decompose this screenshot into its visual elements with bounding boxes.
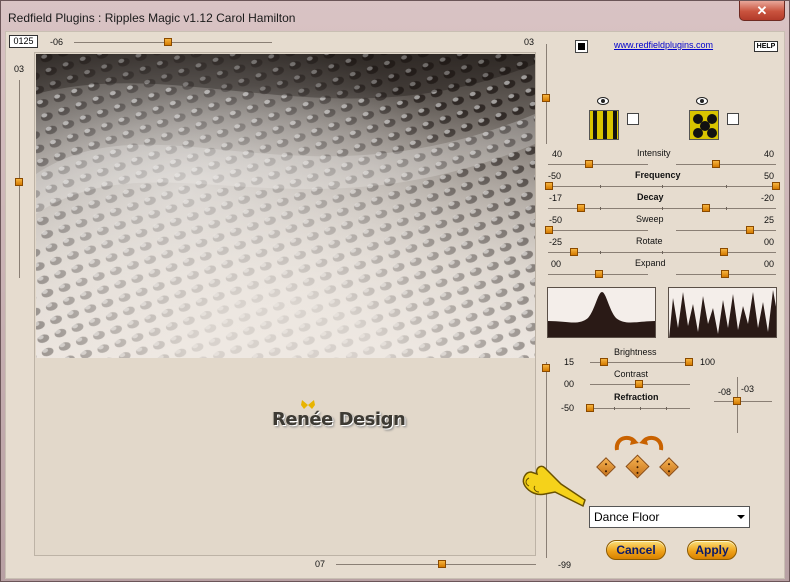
sweep-left-track[interactable]	[548, 230, 648, 231]
frequency-right-thumb[interactable]	[772, 182, 780, 190]
ripple-pattern-thumbnail[interactable]	[589, 110, 619, 140]
intensity-left-track[interactable]	[548, 164, 648, 165]
bottom-slider-track[interactable]	[336, 564, 536, 565]
top-slider-min-label: -06	[50, 37, 64, 47]
expand-label: Expand	[635, 258, 666, 268]
preset-select[interactable]: Dance Floor	[589, 506, 750, 528]
intensity-right-thumb[interactable]	[712, 160, 720, 168]
expand-left-thumb[interactable]	[595, 270, 603, 278]
light-y-value: -03	[741, 384, 755, 394]
bottom-slider-thumb[interactable]	[438, 560, 446, 568]
brightness-label: Brightness	[614, 347, 657, 357]
frequency-left-thumb[interactable]	[545, 182, 553, 190]
intensity-right-value: 40	[764, 149, 775, 159]
contrast-left-value: 00	[564, 379, 575, 389]
expand-right-thumb[interactable]	[721, 270, 729, 278]
ripple-pattern-checkbox[interactable]	[627, 113, 639, 125]
wave-pattern-preview	[668, 287, 777, 338]
randomize-dice-center-icon[interactable]	[625, 454, 650, 479]
light-x-value: -08	[718, 387, 732, 397]
intensity-right-track[interactable]	[676, 164, 776, 165]
pointing-hand-icon	[522, 465, 586, 508]
decay-left-thumb[interactable]	[577, 204, 585, 212]
intensity-label: Intensity	[637, 148, 671, 158]
eye-icon	[597, 97, 609, 105]
randomize-dice-left-icon[interactable]	[596, 457, 616, 477]
refraction-left-value: -50	[561, 403, 575, 413]
mid-top-slider-thumb[interactable]	[542, 94, 550, 102]
mid-bottom-slider-thumb[interactable]	[542, 364, 550, 372]
brightness-right-value: 100	[700, 357, 716, 367]
light-direction-h-track[interactable]	[714, 401, 772, 402]
frequency-left-value: -50	[548, 171, 562, 181]
background-color-swatch[interactable]	[575, 40, 588, 53]
frequency-label: Frequency	[635, 170, 681, 180]
mid-bottom-slider-track[interactable]	[546, 362, 547, 558]
contrast-thumb[interactable]	[635, 380, 643, 388]
preview-area: Renée Design	[34, 52, 536, 556]
randomize-dice-right-icon[interactable]	[659, 457, 679, 477]
expand-right-value: 00	[764, 259, 775, 269]
decay-left-value: -17	[549, 193, 563, 203]
cancel-button[interactable]: Cancel	[606, 540, 666, 560]
rotate-right-thumb[interactable]	[720, 248, 728, 256]
title-bar: Redfield Plugins : Ripples Magic v1.12 C…	[1, 1, 790, 35]
intensity-left-value: 40	[552, 149, 563, 159]
intensity-left-thumb[interactable]	[585, 160, 593, 168]
top-slider-track[interactable]	[74, 42, 272, 43]
sweep-right-track[interactable]	[676, 230, 776, 231]
brightness-left-value: 15	[564, 357, 575, 367]
plugin-window: Redfield Plugins : Ripples Magic v1.12 C…	[0, 0, 790, 582]
refraction-thumb[interactable]	[586, 404, 594, 412]
bottom-slider-min-label: 07	[315, 559, 326, 569]
left-slider-thumb[interactable]	[15, 178, 23, 186]
left-slider-value: 03	[14, 64, 25, 74]
refraction-label: Refraction	[614, 392, 659, 402]
checker-pattern-thumbnail[interactable]	[689, 110, 719, 140]
expand-left-value: 00	[551, 259, 562, 269]
decay-right-value: -20	[761, 193, 775, 203]
rotate-right-value: 00	[764, 237, 775, 247]
rotate-label: Rotate	[636, 236, 663, 246]
top-slider-max-label: 03	[524, 37, 535, 47]
rotate-left-thumb[interactable]	[570, 248, 578, 256]
checker-pattern-checkbox[interactable]	[727, 113, 739, 125]
ripple-preview-image	[36, 54, 535, 358]
frame-counter[interactable]: 0125	[9, 35, 38, 48]
help-button[interactable]: HELP	[754, 41, 778, 52]
top-slider-thumb[interactable]	[164, 38, 172, 46]
frequency-right-value: 50	[764, 171, 775, 181]
close-button[interactable]: ✕	[739, 1, 785, 21]
sweep-right-value: 25	[764, 215, 775, 225]
rotate-arrows-icon[interactable]	[613, 432, 665, 452]
brightness-right-thumb[interactable]	[685, 358, 693, 366]
wave-profile-preview	[547, 287, 656, 338]
preset-selected-value: Dance Floor	[594, 510, 660, 524]
bottom-slider-max-label: -99	[558, 560, 572, 570]
eye-icon	[696, 97, 708, 105]
apply-button[interactable]: Apply	[687, 540, 737, 560]
decay-right-thumb[interactable]	[702, 204, 710, 212]
decay-label: Decay	[637, 192, 664, 202]
sweep-right-thumb[interactable]	[746, 226, 754, 234]
window-title: Redfield Plugins : Ripples Magic v1.12 C…	[8, 11, 296, 25]
rotate-left-value: -25	[549, 237, 563, 247]
brightness-left-thumb[interactable]	[600, 358, 608, 366]
renee-design-logo: Renée Design	[272, 409, 406, 430]
plugin-client-area: 0125 -06 03 03 Renée Design 07 -99 www.r…	[5, 31, 785, 579]
contrast-label: Contrast	[614, 369, 649, 379]
website-link[interactable]: www.redfieldplugins.com	[614, 40, 713, 50]
light-direction-v-track[interactable]	[737, 377, 738, 433]
light-direction-thumb[interactable]	[733, 397, 741, 405]
sweep-label: Sweep	[636, 214, 664, 224]
sweep-left-thumb[interactable]	[545, 226, 553, 234]
chevron-down-icon	[737, 515, 745, 519]
sweep-left-value: -50	[549, 215, 563, 225]
